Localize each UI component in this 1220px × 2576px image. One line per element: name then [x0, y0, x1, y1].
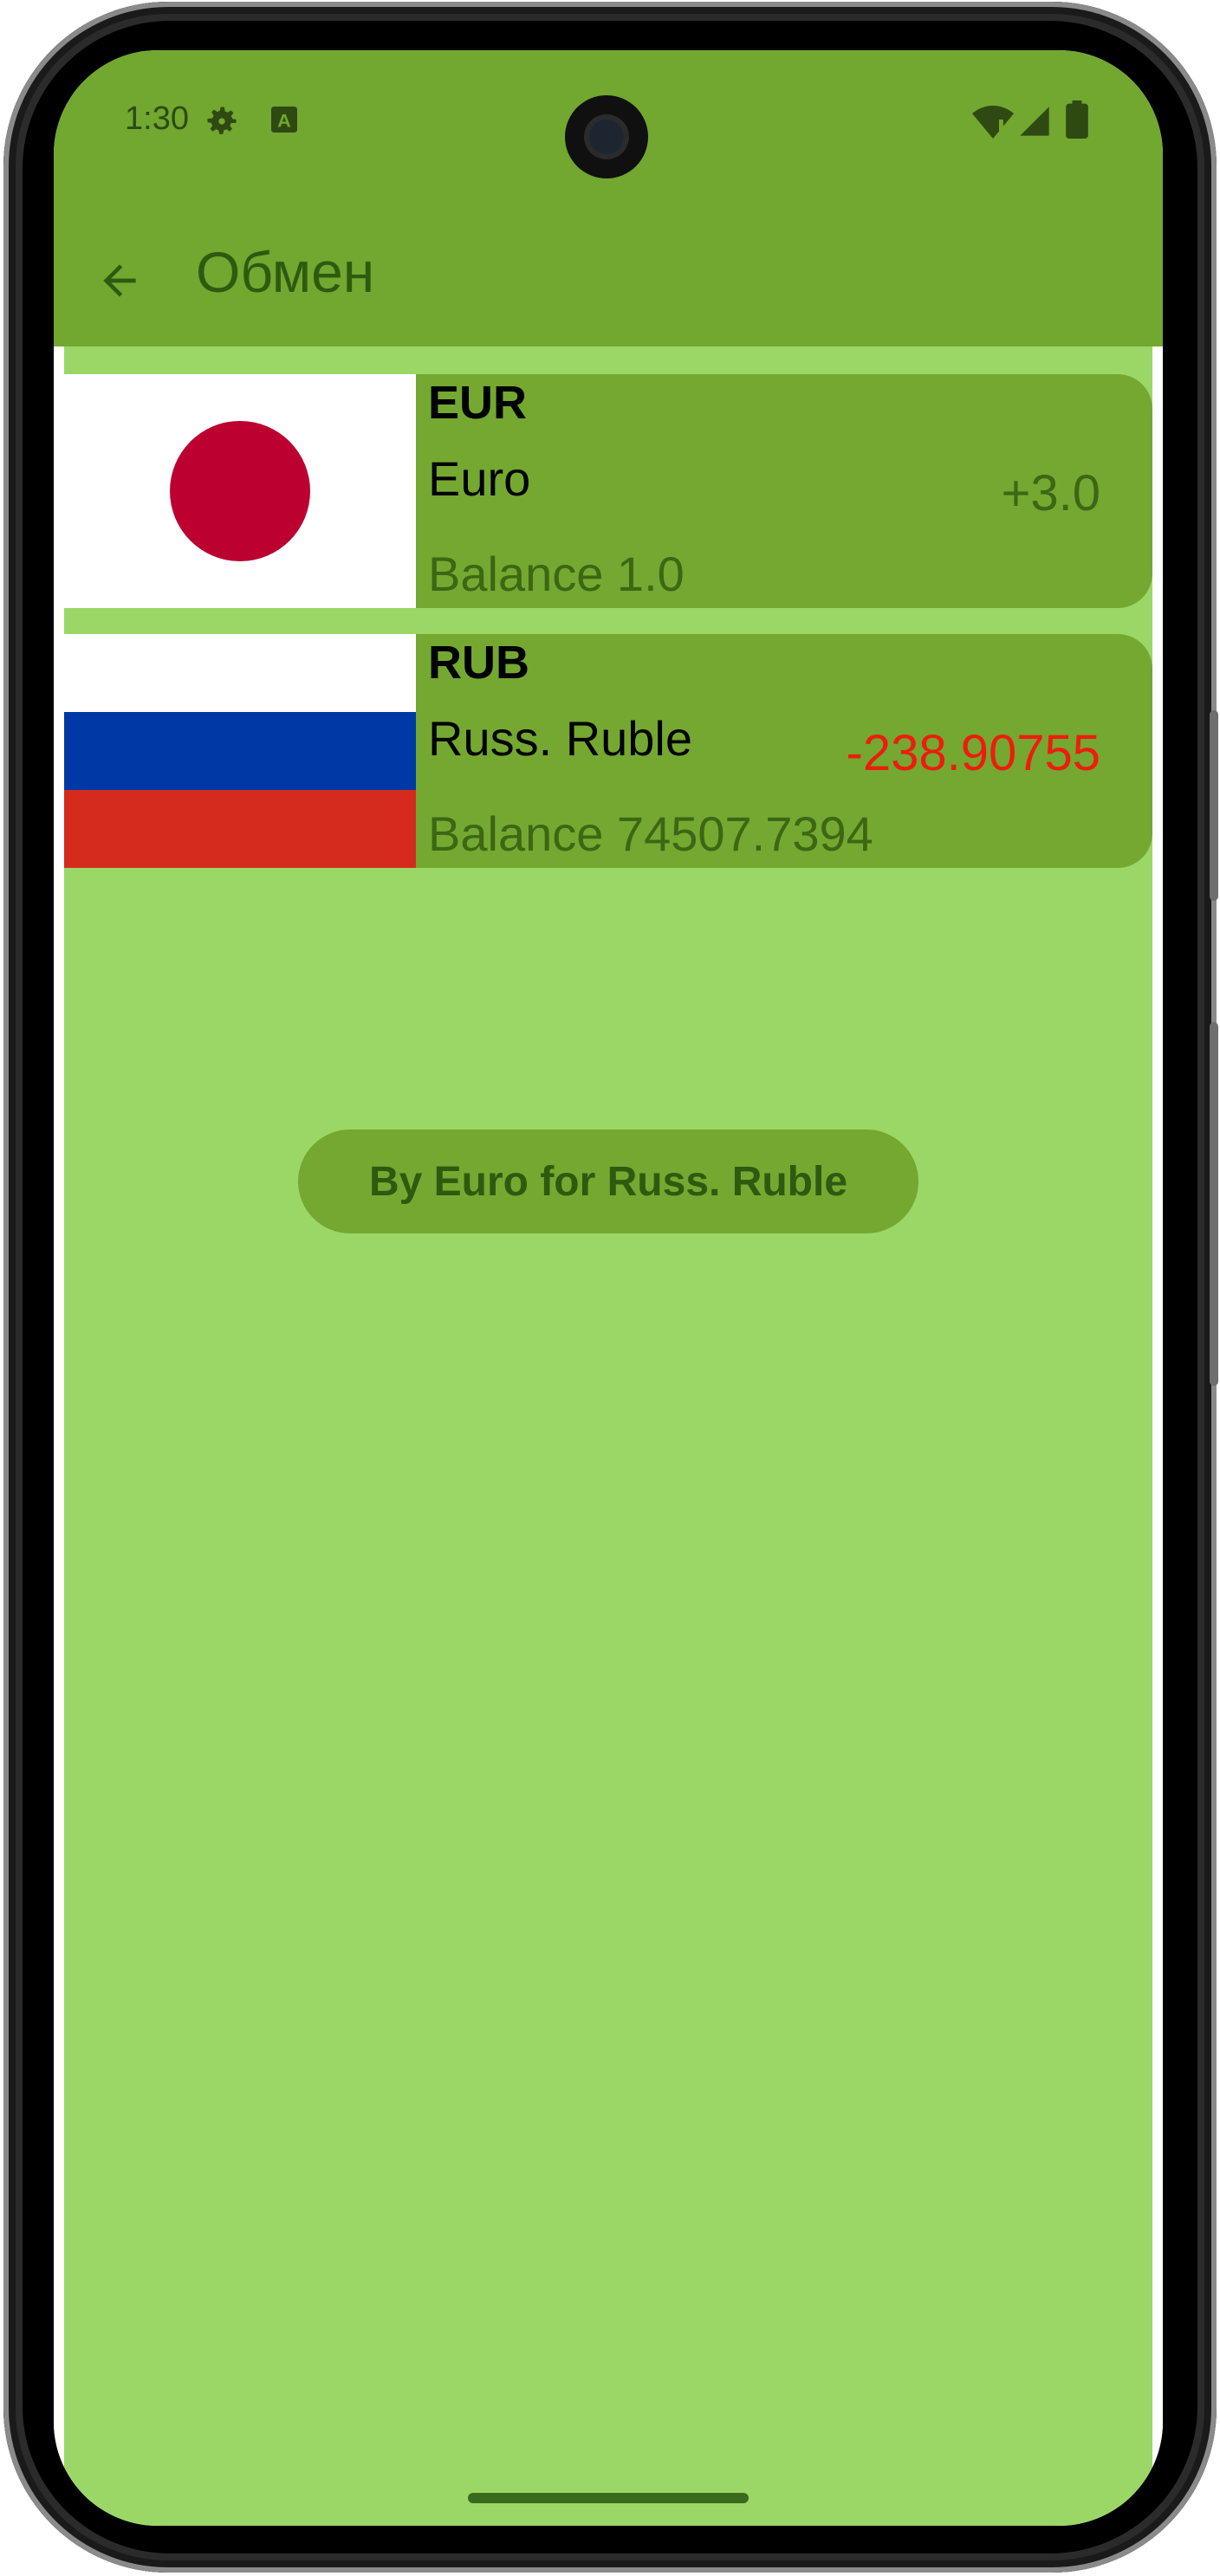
- russia-flag-icon: [64, 634, 416, 868]
- status-time: 1:30: [125, 100, 189, 137]
- currency-delta: +3.0: [1001, 465, 1101, 521]
- app-bar: 1:30 A Обмен: [54, 50, 1163, 346]
- arrow-back-icon: [95, 256, 144, 309]
- currency-balance: Balance 1.0: [428, 547, 685, 601]
- signal-icon: [1017, 104, 1052, 143]
- exchange-button[interactable]: By Euro for Russ. Ruble: [298, 1129, 918, 1233]
- power-button: [1210, 1022, 1218, 1386]
- currency-code: EUR: [428, 377, 528, 429]
- currency-delta: -238.90755: [846, 725, 1100, 781]
- battery-icon: [1066, 100, 1088, 143]
- volume-button: [1210, 710, 1218, 901]
- currency-name: Russ. Ruble: [428, 711, 693, 766]
- screen: 1:30 A Обмен EUR Euro Balance 1.0 +3.0 R…: [54, 50, 1163, 2526]
- content-edge-right: [1152, 346, 1163, 2526]
- svg-text:A: A: [277, 109, 291, 131]
- content-area: EUR Euro Balance 1.0 +3.0 RUB Russ. Rubl…: [54, 346, 1163, 2526]
- wifi-icon: [972, 102, 1014, 145]
- currency-balance: Balance 74507.7394: [428, 806, 873, 861]
- text-icon: A: [267, 102, 302, 141]
- settings-icon: [203, 102, 241, 145]
- front-camera: [565, 95, 648, 178]
- page-title: Обмен: [196, 240, 375, 304]
- currency-card-rub[interactable]: RUB Russ. Ruble Balance 74507.7394 -238.…: [64, 634, 1152, 868]
- currency-card-eur[interactable]: EUR Euro Balance 1.0 +3.0: [64, 374, 1152, 608]
- japan-flag-icon: [64, 374, 416, 608]
- home-indicator[interactable]: [468, 2493, 749, 2503]
- currency-code: RUB: [428, 637, 529, 689]
- back-button[interactable]: [88, 251, 151, 314]
- currency-name: Euro: [428, 451, 531, 506]
- content-edge-left: [54, 346, 64, 2526]
